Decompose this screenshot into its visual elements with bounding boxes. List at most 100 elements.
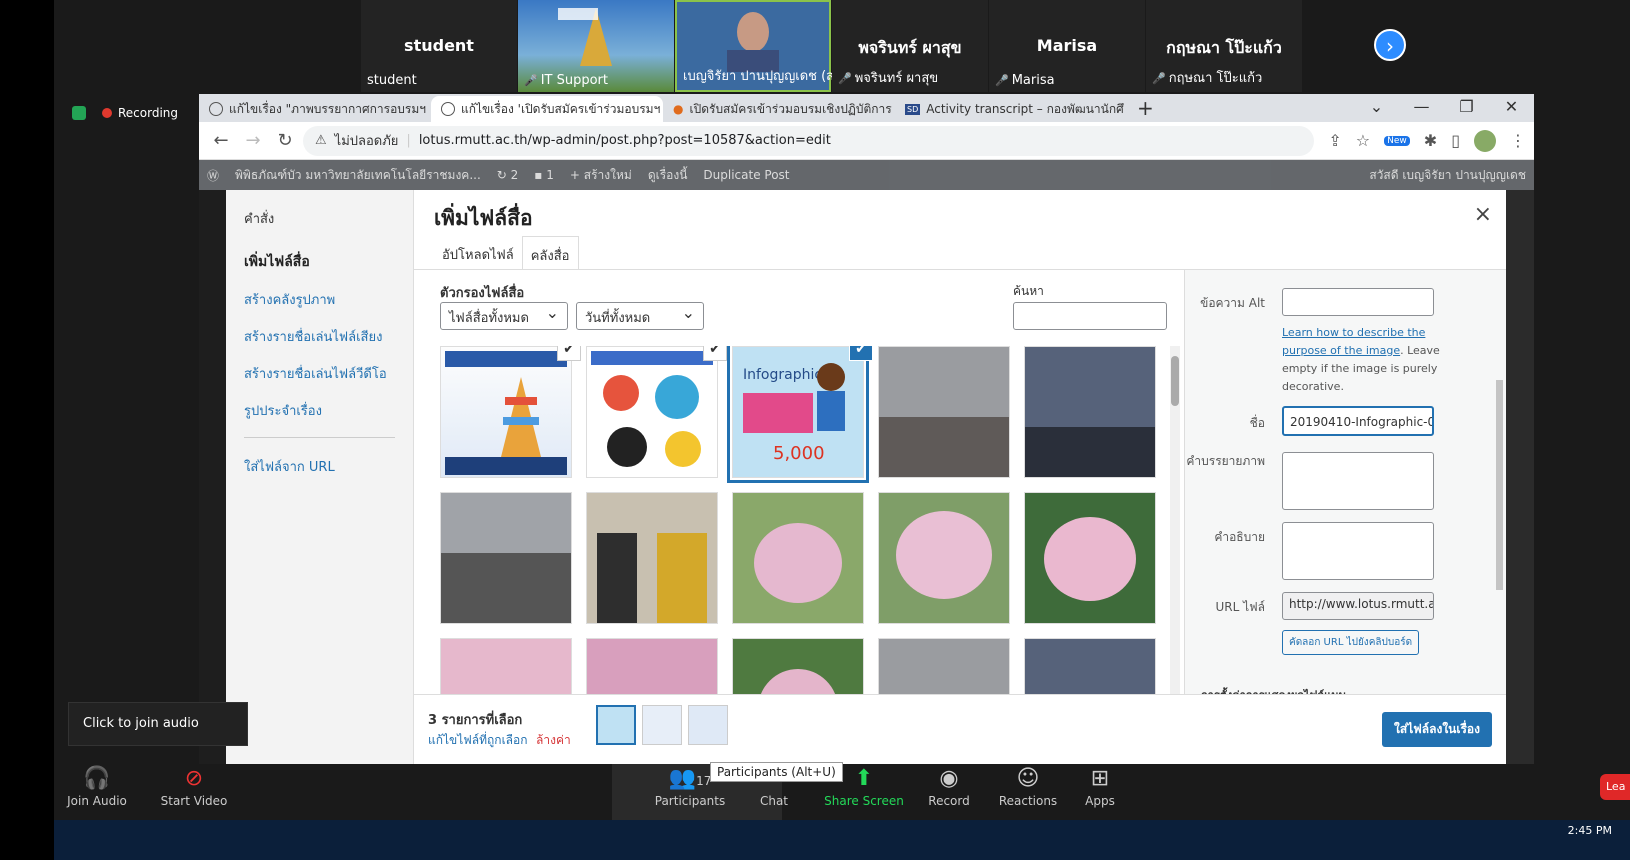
extensions-icon[interactable]: ✱ [1424,131,1437,150]
divider: | [406,133,411,148]
video-tile-marisa[interactable]: Marisa Marisa [989,0,1145,92]
media-item[interactable] [878,638,1010,694]
restore-icon[interactable]: ❐ [1444,94,1489,122]
url-text[interactable]: lotus.rmutt.ac.th/wp-admin/post.php?post… [419,133,831,148]
checkmark-icon[interactable]: ✔ [703,346,727,361]
insert-into-post-button[interactable]: ใส่ไฟล์ลงในเรื่อง [1382,712,1492,747]
media-item-selected[interactable]: Infographic 5,000 ✔ [727,346,873,483]
sidepanel-icon[interactable]: ▯ [1451,131,1460,150]
media-item[interactable] [586,638,718,694]
tile-label: กฤษณา โป๊ะแก้ว [1152,67,1263,88]
media-item[interactable]: ✔ [586,346,727,478]
filter-type-select[interactable]: ไฟล์สื่อทั้งหมด [440,302,568,330]
omnibox[interactable]: ⚠ ไม่ปลอดภัย | lotus.rmutt.ac.th/wp-admi… [303,125,1315,156]
tab-1[interactable]: แก้ไขเรื่อง "ภาพบรรยากาศการอบรมฯ✕ [199,96,431,122]
selected-thumb[interactable] [596,705,636,745]
display-settings-heading: การตั้งค่าการแสดงผลไฟล์แนบ [1201,686,1346,694]
back-icon[interactable]: ← [207,130,235,151]
tab-2-active[interactable]: แก้ไขเรื่อง 'เปิดรับสมัครเข้าร่วมอบรมฯ✕ [431,96,663,122]
media-item[interactable] [878,492,1010,624]
video-tile-participant-2[interactable]: กฤษณา โป๊ะแก้ว กฤษณา โป๊ะแก้ว [1146,0,1302,92]
alt-text-input[interactable] [1282,288,1434,316]
media-item[interactable] [878,346,1010,478]
grid-scrollbar[interactable] [1170,346,1180,696]
group-photo-thumb [879,639,1009,694]
checkmark-icon[interactable]: ✔ [557,346,581,361]
comments-count: 1 [546,168,554,182]
tab-3[interactable]: ●เปิดรับสมัครเข้าร่วมอบรมเชิงปฏิบัติการ✕ [663,96,895,122]
video-tile-active-speaker[interactable]: เบญจิรัยา ปานปุญญเดช (สวส) [675,0,854,92]
video-tile-it-support[interactable]: IT Support [518,0,674,92]
selected-thumb[interactable] [642,705,682,745]
description-textarea[interactable] [1282,522,1434,580]
menu-item-featured-image[interactable]: รูปประจำเรื่อง [244,400,395,421]
caption-textarea[interactable] [1282,452,1434,510]
media-item[interactable] [440,492,572,624]
selected-thumb[interactable] [688,705,728,745]
next-page-arrow-icon[interactable]: › [1374,29,1406,61]
comments[interactable]: ▪ 1 [534,168,554,182]
media-toolbar: 3 รายการที่เลือก แก้ไขไฟล์ที่ถูกเลือก ล้… [414,694,1506,765]
tile-label: พจรินทร์ ผาสุข [838,67,938,88]
checkmark-icon[interactable]: ✔ [849,346,873,361]
tab-search-icon[interactable]: ⌄ [1354,94,1399,122]
new-tab-icon[interactable]: + [1127,96,1164,122]
user-greeting[interactable]: สวัสดี เบญจิรัยา ปานปุญญเดช [1369,166,1526,185]
infographic-thumb [445,351,567,475]
clear-selection-link[interactable]: ล้างค่า [536,731,571,750]
media-item[interactable] [440,638,572,694]
media-item[interactable] [1024,638,1156,694]
menu-item-insert-url[interactable]: ใส่ไฟล์จาก URL [244,456,395,477]
close-window-icon[interactable]: ✕ [1489,94,1534,122]
tab-4[interactable]: SDActivity transcript – กองพัฒนานักศึ✕ [895,96,1127,122]
media-item[interactable] [586,492,718,624]
minimize-icon[interactable]: — [1399,94,1444,122]
media-item[interactable] [1024,346,1156,478]
media-item[interactable]: ✔ [440,346,581,478]
group-photo-thumb [879,347,1009,477]
reload-icon[interactable]: ↻ [271,130,299,151]
extension-new-badge[interactable]: New [1384,135,1410,146]
video-tile-student[interactable]: student student [361,0,517,92]
details-scrollbar[interactable] [1494,270,1504,694]
tile-label: เบญจิรัยา ปานปุญญเดช (สวส) [683,69,855,84]
search-input[interactable] [1013,302,1167,330]
forward-icon[interactable]: → [239,130,267,151]
menu-icon[interactable]: ⋮ [1510,131,1526,150]
window-controls: ⌄ — ❐ ✕ [1354,94,1534,122]
file-url-input[interactable]: http://www.lotus.rmutt.ac [1282,592,1434,620]
new-content[interactable]: + สร้างใหม่ [570,166,632,185]
lotus-photo-thumb [733,493,863,623]
wp-admin-bar: Ⓦ พิพิธภัณฑ์บัว มหาวิทยาลัยเทคโนโลยีราชม… [199,160,1534,190]
edit-selection-link[interactable]: แก้ไขไฟล์ที่ถูกเลือก [428,731,528,750]
media-item[interactable] [732,492,864,624]
menu-item-gallery[interactable]: สร้างคลังรูปภาพ [244,289,395,310]
tab-upload[interactable]: อัปโหลดไฟล์ [434,236,522,270]
view-post-link[interactable]: ดูเรื่องนี้ [648,166,688,185]
scroll-thumb[interactable] [1171,356,1179,406]
updates[interactable]: ↻ 2 [497,168,519,182]
tab-library[interactable]: คลังสื่อ [521,236,579,270]
menu-item-add-media[interactable]: เพิ่มไฟล์สื่อ [244,251,395,273]
menu-item-video-playlist[interactable]: สร้างรายชื่อเล่นไฟล์วีดีโอ [244,363,395,384]
flame-icon: ● [673,102,684,116]
scroll-thumb[interactable] [1496,380,1503,590]
site-link[interactable]: พิพิธภัณฑ์บัว มหาวิทยาลัยเทคโนโลยีราชมงค… [235,166,481,185]
duplicate-post-link[interactable]: Duplicate Post [703,168,789,182]
title-input[interactable]: 20190410-Infographic-01 [1282,406,1434,436]
profile-avatar[interactable] [1474,129,1496,152]
media-item[interactable] [1024,492,1156,624]
menu-item-audio-playlist[interactable]: สร้างรายชื่อเล่นไฟล์เสียง [244,326,395,347]
filter-date-select[interactable]: วันที่ทั้งหมด [576,302,704,330]
tile-name: กฤษณา โป๊ะแก้ว [1166,38,1282,57]
close-icon[interactable]: × [1474,202,1492,227]
star-icon[interactable]: ☆ [1356,131,1370,150]
share-icon[interactable]: ⇪ [1328,131,1341,150]
tab-title: แก้ไขเรื่อง 'เปิดรับสมัครเข้าร่วมอบรมฯ [461,101,661,116]
classroom-photo-thumb [1025,639,1155,694]
video-tile-participant[interactable]: พจรินทร์ ผาสุข พจรินทร์ ผาสุข [832,0,988,92]
copy-url-button[interactable]: คัดลอก URL ไปยังคลิปบอร์ด [1282,630,1420,655]
media-item[interactable] [732,638,864,694]
browser-toolbar: ⇪ ☆ New ✱ ▯ ⋮ [1328,129,1526,152]
wordpress-icon[interactable]: Ⓦ [207,167,219,184]
